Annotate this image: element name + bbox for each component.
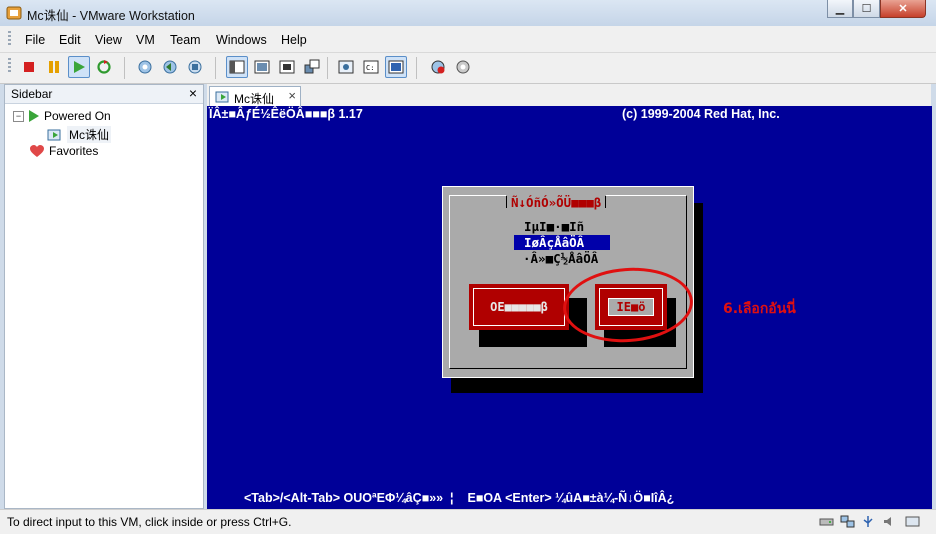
- close-window-button[interactable]: ✕: [880, 0, 926, 18]
- status-bar: To direct input to this VM, click inside…: [0, 509, 936, 534]
- dialog-option-3[interactable]: ·Â»■Ç½ÅâÖÂ: [523, 251, 598, 266]
- snapshot-manager-button[interactable]: [184, 56, 206, 78]
- menu-view[interactable]: View: [95, 33, 122, 47]
- stop-icon: [24, 62, 34, 72]
- hard-disk-icon[interactable]: [819, 515, 834, 528]
- status-text: To direct input to this VM, click inside…: [7, 515, 292, 529]
- fullscreen-icon: [279, 60, 295, 74]
- reset-button[interactable]: [93, 56, 115, 78]
- console-header-right: (c) 1999-2004 Red Hat, Inc.: [622, 107, 780, 121]
- quick-switch-button[interactable]: [251, 56, 273, 78]
- summary-button[interactable]: [335, 56, 357, 78]
- full-screen-button[interactable]: [276, 56, 298, 78]
- menu-file[interactable]: File: [25, 33, 45, 47]
- maximize-button[interactable]: ☐: [853, 0, 880, 18]
- revert-snapshot-button[interactable]: [159, 56, 181, 78]
- tree-item-favorites[interactable]: Favorites: [29, 144, 98, 158]
- vm-tab-icon: [215, 91, 229, 103]
- tui-button-left-label: OE■■■■■β: [473, 288, 565, 326]
- power-on-button[interactable]: [68, 56, 90, 78]
- take-snapshot-button[interactable]: [134, 56, 156, 78]
- toolbar-separator: [124, 57, 125, 79]
- summary-icon: [338, 60, 354, 74]
- collapse-icon[interactable]: −: [13, 110, 24, 122]
- minimize-icon: ▁: [835, 3, 845, 15]
- tree-label-favorites: Favorites: [49, 144, 99, 158]
- annotation-text: 6.เลือกอันนี่: [723, 301, 796, 317]
- toolbar-grip: [8, 58, 11, 74]
- svg-text:C:: C:: [366, 64, 374, 72]
- sidebar-view-icon: [229, 60, 245, 74]
- console-footer: <Tab>/<Alt-Tab> OUOªEΦ¼âÇ■»» ¦ E■OA <Ent…: [244, 491, 675, 505]
- tab-vm[interactable]: Mc诛仙 ×: [209, 86, 301, 106]
- suspend-button[interactable]: [43, 56, 65, 78]
- console-view-icon: C:: [363, 60, 379, 74]
- toolbar-separator: [327, 57, 328, 79]
- powered-on-icon: [29, 110, 39, 122]
- heart-icon: [30, 145, 44, 157]
- window-title: Mc诛仙 - VMware Workstation: [27, 9, 195, 23]
- snapshot-icon: [138, 60, 152, 74]
- tui-button-left[interactable]: OE■■■■■β: [469, 284, 569, 330]
- menu-windows[interactable]: Windows: [216, 33, 267, 47]
- capture-icon: [431, 60, 445, 74]
- dialog-title: Ñ↓ÓñÓ»ÕÜ■■■β: [506, 195, 607, 210]
- tree-item-vm[interactable]: Mc诛仙: [47, 126, 111, 143]
- maximize-icon: ☐: [861, 3, 872, 15]
- sidebar: Sidebar × − Powered On Mc诛仙 Favorites: [4, 84, 204, 509]
- show-sidebar-button[interactable]: [226, 56, 248, 78]
- console-button[interactable]: C:: [360, 56, 382, 78]
- sidebar-title: Sidebar: [11, 87, 53, 101]
- reset-icon: [97, 60, 111, 74]
- title-bar: Mc诛仙 - VMware Workstation ▁ ☐ ✕: [0, 0, 936, 27]
- vm-settings-button[interactable]: [452, 56, 474, 78]
- vm-icon: [47, 129, 61, 140]
- tree-label-vm: Mc诛仙: [67, 126, 111, 143]
- vm-tab-strip: Mc诛仙 ×: [207, 84, 931, 106]
- tree-label-powered-on: Powered On: [44, 109, 111, 123]
- power-off-button[interactable]: [18, 56, 40, 78]
- pause-icon: [49, 61, 59, 73]
- network-icon[interactable]: [840, 515, 855, 528]
- toolbar: C:: [0, 53, 936, 84]
- menu-help[interactable]: Help: [281, 33, 307, 47]
- sound-icon[interactable]: [882, 515, 897, 528]
- quick-switch-icon: [254, 60, 270, 74]
- menu-vm[interactable]: VM: [136, 33, 155, 47]
- play-icon: [74, 61, 85, 73]
- tab-vm-label: Mc诛仙: [234, 92, 274, 106]
- show-console-icon: [388, 60, 404, 74]
- minimize-button[interactable]: ▁: [827, 0, 853, 18]
- toolbar-separator: [416, 57, 417, 79]
- menu-grip: [8, 31, 11, 47]
- menu-bar: File Edit View VM Team Windows Help: [0, 26, 936, 53]
- capture-button[interactable]: [427, 56, 449, 78]
- settings-icon: [456, 60, 470, 74]
- tab-close-icon[interactable]: ×: [288, 88, 296, 103]
- snapshot-manager-icon: [188, 60, 202, 74]
- close-icon: ✕: [898, 3, 908, 15]
- usb-icon[interactable]: [861, 515, 876, 528]
- unity-icon: [304, 59, 320, 74]
- dialog-option-2-selected[interactable]: IøÂçÅâÖÂ: [514, 235, 611, 250]
- console-header-left: ÏÂ±■ÂƒÉ½ÊëÖÂ■■■β 1.17: [209, 107, 363, 121]
- sidebar-header: Sidebar ×: [5, 85, 203, 104]
- revert-snapshot-icon: [163, 60, 177, 74]
- toolbar-separator: [215, 57, 216, 79]
- menu-team[interactable]: Team: [170, 33, 201, 47]
- unity-button[interactable]: [301, 56, 323, 78]
- vmware-app-icon: [6, 6, 22, 20]
- tree-item-powered-on[interactable]: − Powered On: [13, 109, 111, 123]
- menu-edit[interactable]: Edit: [59, 33, 81, 47]
- message-log-icon[interactable]: [905, 515, 920, 528]
- dialog-option-1[interactable]: IµI■·■Iñ: [524, 219, 584, 234]
- show-console-button[interactable]: [385, 56, 407, 78]
- sidebar-close-icon[interactable]: ×: [189, 85, 197, 101]
